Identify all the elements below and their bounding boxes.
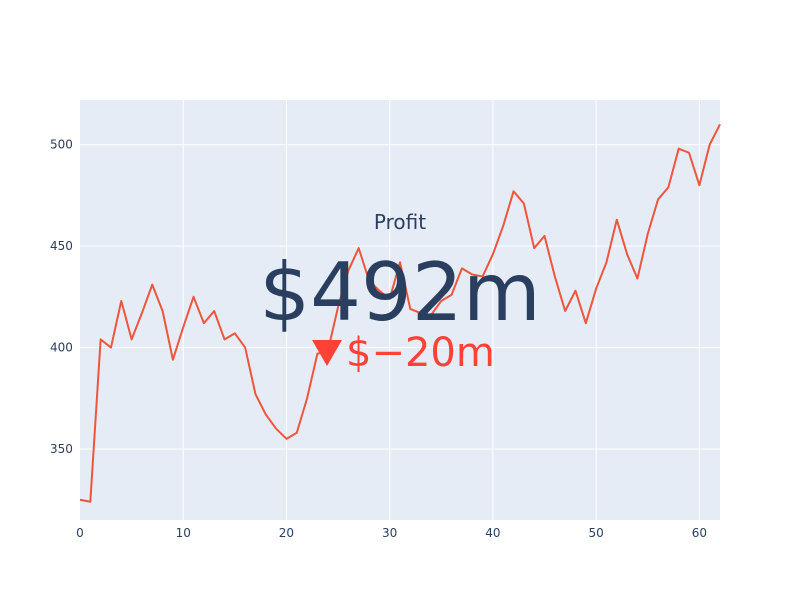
y-axis-ticks: 350 400 450 500 xyxy=(50,138,73,456)
x-tick-label: 30 xyxy=(382,526,397,540)
indicator-value: $492m xyxy=(259,246,541,339)
profit-chart: 0 10 20 30 40 50 60 350400450500 Profit $492m … xyxy=(50,100,721,540)
y-tick-label: 400 xyxy=(50,341,73,355)
indicator-title: Profit xyxy=(374,210,426,234)
x-axis-ticks: 0 10 20 30 40 50 60 xyxy=(76,526,707,540)
y-tick-label: 450 xyxy=(50,239,73,253)
x-tick-label: 20 xyxy=(279,526,294,540)
x-tick-label: 40 xyxy=(485,526,500,540)
x-tick-label: 10 xyxy=(176,526,191,540)
x-tick-label: 0 xyxy=(76,526,84,540)
x-tick-label: 50 xyxy=(588,526,603,540)
y-tick-label: 500 xyxy=(50,138,73,152)
x-tick-label: 60 xyxy=(692,526,707,540)
indicator-delta: $−20m xyxy=(346,330,495,376)
y-tick-label: 350 xyxy=(50,442,73,456)
